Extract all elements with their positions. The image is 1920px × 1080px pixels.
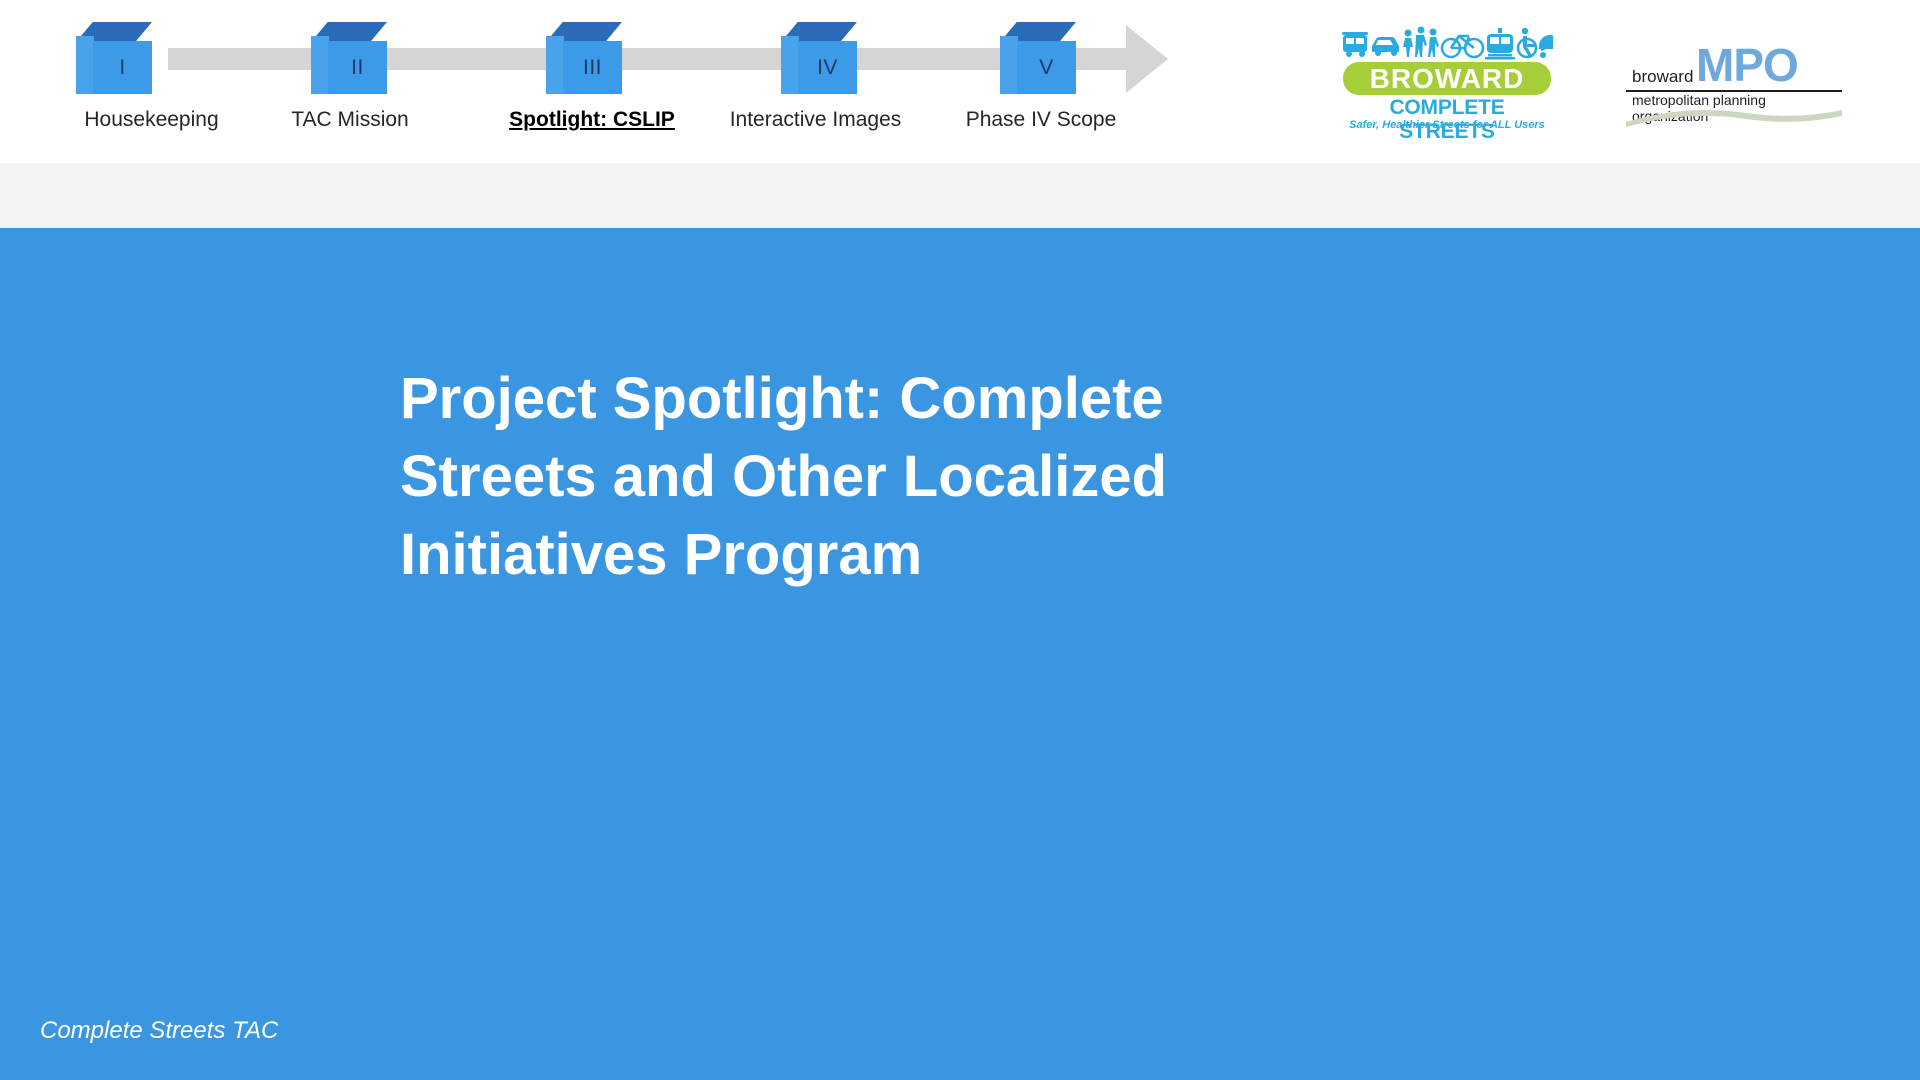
timeline-cube-4[interactable]: IV	[781, 22, 857, 94]
page-title-line-2: Streets and Other Localized	[400, 444, 1168, 509]
mpo-acronym-text: MPO	[1696, 39, 1799, 91]
timeline-cube-5[interactable]: V	[1000, 22, 1076, 94]
broward-mpo-logo: broward MPO metropolitan planning organi…	[1626, 39, 1842, 127]
car-icon	[1372, 37, 1399, 56]
timeline-arrow-icon	[1126, 25, 1168, 93]
mpo-prefix-text: broward	[1632, 67, 1694, 86]
cube-numeral-5: V	[1039, 55, 1054, 79]
broward-green-bar: BROWARD	[1343, 62, 1551, 95]
cube-side-face	[76, 36, 94, 94]
mpo-swoosh-icon	[1626, 110, 1842, 127]
wheelchair-icon	[1516, 27, 1538, 59]
slide-root: I Housekeeping II TAC Mission III Spotli…	[0, 0, 1920, 1080]
stroller-icon	[1539, 35, 1553, 58]
timeline-label-3-active[interactable]: Spotlight: CSLIP	[472, 108, 712, 132]
train-icon	[1485, 28, 1515, 60]
cube-side-face	[781, 36, 799, 94]
timeline-cube-1[interactable]: I	[76, 22, 152, 94]
timeline-cube-3[interactable]: III	[546, 22, 622, 94]
header-gray-band	[0, 163, 1920, 228]
page-title: Project Spotlight: Complete Streets and …	[400, 360, 1320, 594]
timeline-label-2[interactable]: TAC Mission	[230, 108, 470, 132]
pedestrian-icon	[1403, 26, 1439, 57]
broward-wordmark: BROWARD	[1369, 62, 1525, 94]
timeline-cube-2[interactable]: II	[311, 22, 387, 94]
timeline-label-4[interactable]: Interactive Images	[713, 108, 918, 132]
cube-numeral-1: I	[119, 55, 126, 79]
slide-footer-note: Complete Streets TAC	[40, 1017, 279, 1044]
cube-numeral-3: III	[582, 55, 602, 79]
broward-complete-streets-logo: BROWARD COMPLETE STREETS Safer, Healthie…	[1341, 26, 1553, 143]
timeline-label-5[interactable]: Phase IV Scope	[926, 108, 1156, 132]
cube-side-face	[311, 36, 329, 94]
cube-side-face	[1000, 36, 1018, 94]
slide-header: I Housekeeping II TAC Mission III Spotli…	[0, 0, 1920, 162]
bus-icon	[1342, 32, 1368, 57]
multimodal-icons-group	[1342, 26, 1553, 60]
page-title-line-3: Initiatives Program	[400, 522, 923, 587]
cube-numeral-4: IV	[817, 55, 838, 79]
complete-streets-tagline: Safer, Healthier Streets for ALL Users	[1349, 119, 1545, 131]
page-title-line-1: Project Spotlight: Complete	[400, 366, 1164, 431]
bicycle-icon	[1440, 34, 1485, 59]
slide-body	[0, 228, 1920, 1080]
cube-side-face	[546, 36, 564, 94]
cube-numeral-2: II	[351, 55, 364, 79]
